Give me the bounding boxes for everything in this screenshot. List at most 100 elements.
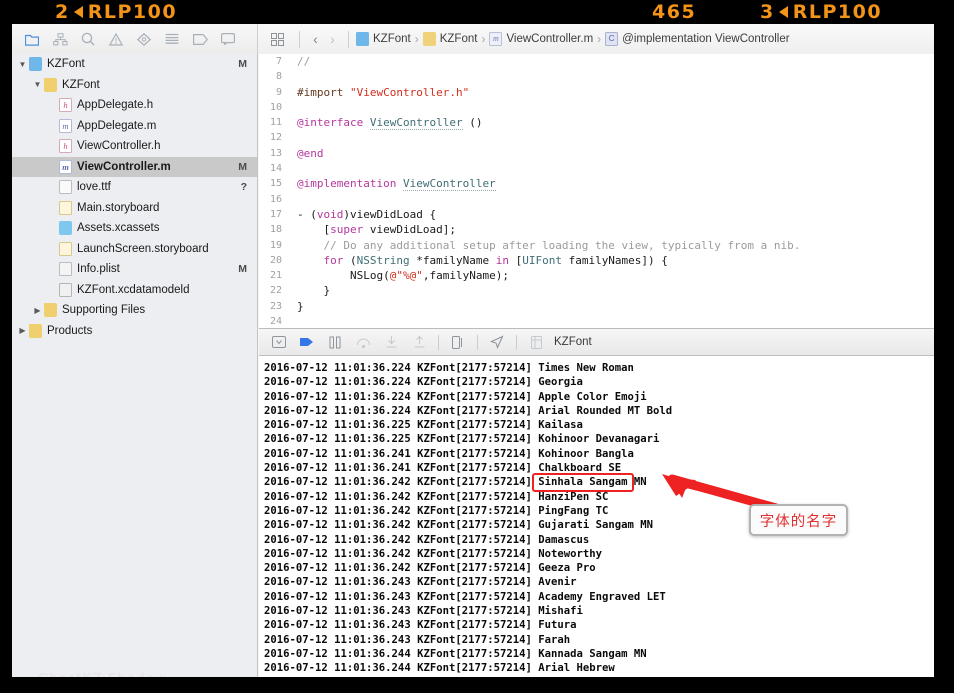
code-line-text[interactable]: } xyxy=(289,299,304,314)
breadcrumb-item-3[interactable]: m ViewController.m xyxy=(489,32,593,46)
code-line-text[interactable]: for (NSString *familyName in [UIFont fam… xyxy=(289,253,668,268)
navigator-row-supporting-files[interactable]: ▶ Supporting Files xyxy=(12,300,257,321)
console-line: 2016-07-12 11:01:36.243 KZFont[2177:5721… xyxy=(264,619,577,632)
callout-text: 字体的名字 xyxy=(759,513,838,530)
file-icon xyxy=(59,200,72,215)
file-icon xyxy=(59,282,72,297)
console-line: 2016-07-12 11:01:36.225 KZFont[2177:5721… xyxy=(264,419,583,432)
project-navigator-icon[interactable] xyxy=(18,28,46,50)
navigator-row-kzfont[interactable]: ▼ KZFont M xyxy=(12,54,257,75)
forward-button[interactable]: › xyxy=(324,30,341,48)
view-debugging-icon[interactable] xyxy=(444,332,472,352)
breadcrumb-item-1[interactable]: KZFont xyxy=(356,32,411,46)
navigator-row-kzfont-xcdatamodeld[interactable]: KZFont.xcdatamodeld xyxy=(12,280,257,301)
disclosure-triangle-icon[interactable]: ▶ xyxy=(16,326,29,335)
debug-bar: KZFont xyxy=(259,329,934,356)
navigator-row-assets-xcassets[interactable]: Assets.xcassets xyxy=(12,218,257,239)
code-line: 24 xyxy=(259,314,934,328)
back-button[interactable]: ‹ xyxy=(307,30,324,48)
pause-icon[interactable] xyxy=(321,332,349,352)
navigator-row-viewcontroller-h[interactable]: h ViewController.h xyxy=(12,136,257,157)
console-line: 2016-07-12 11:01:36.242 KZFont[2177:5721… xyxy=(264,476,647,489)
breadcrumb-item-4[interactable]: C @implementation ViewController xyxy=(605,32,790,46)
code-line-text[interactable]: [super viewDidLoad]; xyxy=(289,222,455,237)
source-control-navigator-icon[interactable] xyxy=(46,28,74,50)
code-line-text[interactable]: NSLog(@"%@",familyName); xyxy=(289,268,509,283)
code-line-text[interactable] xyxy=(289,161,304,176)
location-simulate-icon[interactable] xyxy=(483,332,511,352)
xcode-window: ‹ › KZFont › KZFont › m ViewController.m › C @im… xyxy=(12,24,934,677)
code-line: 9 #import "ViewController.h" xyxy=(259,85,934,100)
disclosure-triangle-icon[interactable]: ▼ xyxy=(31,80,44,89)
hide-debug-area-icon[interactable] xyxy=(265,332,293,352)
code-line-text[interactable] xyxy=(289,192,304,207)
disclosure-triangle-icon[interactable]: ▼ xyxy=(16,60,29,69)
symbol-navigator-icon[interactable] xyxy=(74,28,102,50)
code-line-text[interactable] xyxy=(289,69,304,84)
code-line-text[interactable]: @interface ViewController () xyxy=(289,115,482,131)
line-number: 16 xyxy=(269,193,282,205)
banner-middle-number: 465 xyxy=(652,1,697,23)
line-number: 12 xyxy=(269,132,282,144)
line-number: 24 xyxy=(269,316,282,328)
code-line-text[interactable] xyxy=(289,130,304,145)
code-line-text[interactable]: @implementation ViewController xyxy=(289,176,496,192)
navigator-row-love-ttf[interactable]: love.ttf? xyxy=(12,177,257,198)
issue-navigator-icon[interactable] xyxy=(102,28,130,50)
line-number: 14 xyxy=(269,163,282,175)
code-line-text[interactable]: } xyxy=(289,283,330,298)
line-number: 9 xyxy=(275,86,282,98)
code-line-text[interactable]: // Do any additional setup after loading… xyxy=(289,238,801,253)
banner-left-number: 2 xyxy=(55,1,70,23)
navigator-row-label: Main.storyboard xyxy=(77,201,160,214)
breakpoint-navigator-icon[interactable] xyxy=(186,28,214,50)
console-line: 2016-07-12 11:01:36.243 KZFont[2177:5721… xyxy=(264,576,577,589)
process-icon[interactable] xyxy=(522,332,550,352)
banner-left-text: RLP100 xyxy=(87,1,178,23)
report-navigator-icon[interactable] xyxy=(214,28,242,50)
navigator-row-kzfont[interactable]: ▼ KZFont xyxy=(12,75,257,96)
navigator-row-info-plist[interactable]: Info.plist M xyxy=(12,259,257,280)
line-number: 21 xyxy=(269,270,282,282)
disclosure-triangle-icon[interactable]: ▶ xyxy=(31,306,44,315)
navigator-row-label: KZFont.xcdatamodeld xyxy=(77,283,190,296)
step-out-icon[interactable] xyxy=(405,332,433,352)
code-line-text[interactable]: #import "ViewController.h" xyxy=(289,85,469,100)
console-line: 2016-07-12 11:01:36.225 KZFont[2177:5721… xyxy=(264,433,660,446)
navigator-row-products[interactable]: ▶ Products xyxy=(12,321,257,342)
navigator-row-viewcontroller-m[interactable]: m ViewController.m M xyxy=(12,156,257,177)
console-line: 2016-07-12 11:01:36.244 KZFont[2177:5721… xyxy=(264,662,615,675)
code-line: 16 xyxy=(259,192,934,207)
line-number: 10 xyxy=(269,101,282,113)
source-editor[interactable]: 7 // 8 9 #import "ViewController.h" 10 11 @in… xyxy=(259,54,934,329)
code-line-text[interactable]: @end xyxy=(289,146,324,161)
navigator-row-label: Products xyxy=(47,324,93,337)
line-number: 13 xyxy=(269,147,282,159)
navigator-selector-bar[interactable] xyxy=(12,24,258,54)
navigator-row-appdelegate-m[interactable]: m AppDelegate.m xyxy=(12,116,257,137)
code-line: 11 @interface ViewController () xyxy=(259,115,934,131)
breadcrumb-separator: › xyxy=(597,32,602,46)
line-number: 11 xyxy=(269,117,282,129)
code-line-text[interactable]: // xyxy=(289,54,310,69)
debug-navigator-icon[interactable] xyxy=(158,28,186,50)
test-navigator-icon[interactable] xyxy=(130,28,158,50)
code-line-text[interactable] xyxy=(289,100,304,115)
continue-program-icon[interactable] xyxy=(293,332,321,352)
navigator-row-label: LaunchScreen.storyboard xyxy=(77,242,209,255)
navigator-row-main-storyboard[interactable]: Main.storyboard xyxy=(12,198,257,219)
code-line-text[interactable] xyxy=(289,314,304,328)
navigator-row-label: Supporting Files xyxy=(62,304,146,317)
navigator-row-launchscreen-storyboard[interactable]: LaunchScreen.storyboard xyxy=(12,239,257,260)
step-into-icon[interactable] xyxy=(377,332,405,352)
watermark: GhostKZ Shadow xyxy=(38,672,167,677)
navigator-row-appdelegate-h[interactable]: h AppDelegate.h xyxy=(12,95,257,116)
breadcrumb-separator: › xyxy=(414,32,419,46)
navigator-row-label: Assets.xcassets xyxy=(77,222,160,235)
step-over-icon[interactable] xyxy=(349,332,377,352)
project-navigator[interactable]: ▼ KZFont M ▼ KZFont h AppDelegate.h m AppDelegat… xyxy=(12,54,258,677)
breadcrumb-item-2[interactable]: KZFont xyxy=(422,32,477,46)
assistant-editor-icon[interactable] xyxy=(266,30,288,48)
code-line-text[interactable]: - (void)viewDidLoad { xyxy=(289,207,436,222)
code-content[interactable]: 7 // 8 9 #import "ViewController.h" 10 11 @in… xyxy=(259,54,934,328)
